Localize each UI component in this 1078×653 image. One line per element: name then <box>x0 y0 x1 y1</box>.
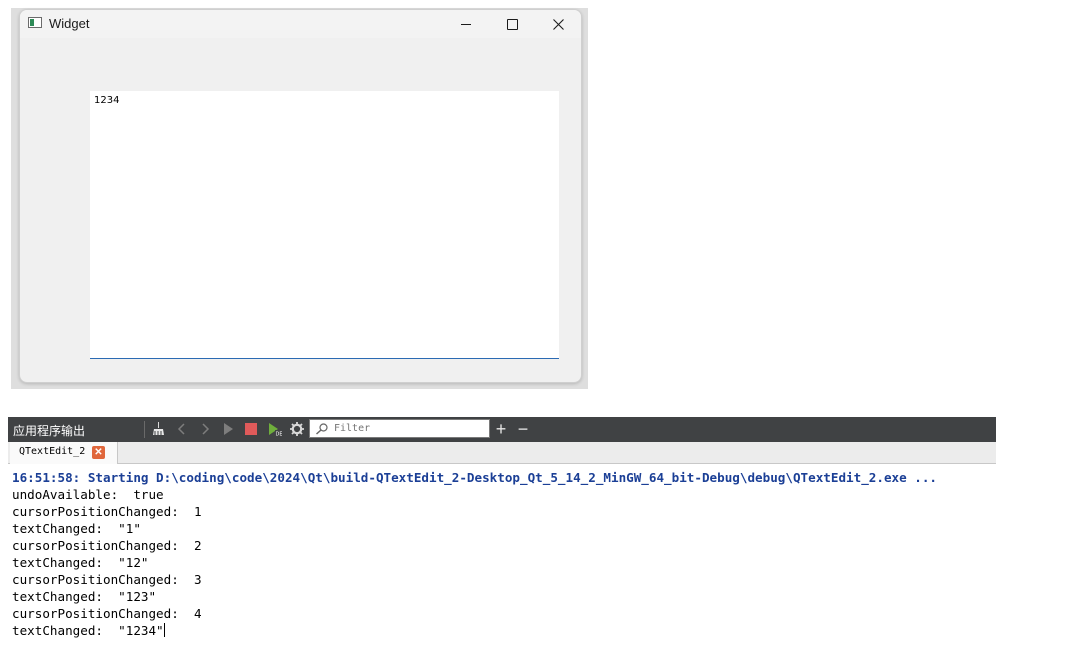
output-line: cursorPositionChanged: 4 <box>12 606 202 621</box>
run-button[interactable] <box>219 420 237 438</box>
output-line: textChanged: "123" <box>12 589 157 604</box>
settings-icon <box>290 422 304 436</box>
output-line: textChanged: "12" <box>12 555 149 570</box>
toolbar-separator <box>144 421 145 438</box>
clean-icon <box>153 422 164 435</box>
title-bar[interactable]: Widget <box>20 10 581 38</box>
output-tab-bar: QTextEdit_2 ✕ <box>8 442 996 464</box>
output-line: cursorPositionChanged: 3 <box>12 572 202 587</box>
text-edit-content: 1234 <box>94 95 120 106</box>
tab-label: QTextEdit_2 <box>19 446 86 457</box>
attach-debugger-icon: DE <box>269 423 283 438</box>
stop-icon <box>245 423 257 435</box>
output-line: textChanged: "1" <box>12 521 141 536</box>
attach-debugger-button[interactable]: DE <box>265 420 283 438</box>
tab-qtextedit-2[interactable]: QTextEdit_2 ✕ <box>10 442 118 464</box>
output-line: cursorPositionChanged: 2 <box>12 538 202 553</box>
app-window-icon <box>28 17 42 28</box>
settings-button[interactable] <box>288 420 306 438</box>
text-edit[interactable]: 1234 <box>90 91 559 359</box>
window-title: Widget <box>49 16 90 31</box>
zoom-out-button[interactable]: − <box>514 419 532 439</box>
svg-text:DE: DE <box>276 432 283 438</box>
minimize-button[interactable] <box>443 10 489 38</box>
next-item-button[interactable] <box>196 420 214 438</box>
next-icon <box>202 423 210 435</box>
run-icon <box>224 423 233 435</box>
stop-button[interactable] <box>242 420 260 438</box>
close-tab-icon[interactable]: ✕ <box>92 446 105 459</box>
maximize-icon <box>506 18 518 30</box>
output-line-start: 16:51:58: Starting D:\coding\code\2024\Q… <box>12 470 938 485</box>
zoom-in-button[interactable]: + <box>492 419 510 439</box>
prev-icon <box>177 423 185 435</box>
filter-field[interactable] <box>309 419 490 438</box>
output-pane-toolbar: 应用程序输出 DE Filter + − <box>8 417 996 442</box>
maximize-button[interactable] <box>489 10 535 38</box>
text-cursor <box>163 623 165 637</box>
close-icon <box>552 18 564 30</box>
previous-item-button[interactable] <box>173 420 191 438</box>
clean-output-button[interactable] <box>150 420 168 438</box>
output-pane-title: 应用程序输出 <box>13 424 86 438</box>
output-line: cursorPositionChanged: 1 <box>12 504 202 519</box>
minimize-icon <box>461 23 471 25</box>
output-line: undoAvailable: true <box>12 487 164 502</box>
output-line: textChanged: "1234" <box>12 623 164 638</box>
filter-input[interactable] <box>334 421 484 435</box>
widget-window: Widget 1234 <box>19 9 582 383</box>
search-icon <box>316 423 328 435</box>
application-output[interactable]: 16:51:58: Starting D:\coding\code\2024\Q… <box>12 469 996 639</box>
close-button[interactable] <box>535 10 581 38</box>
